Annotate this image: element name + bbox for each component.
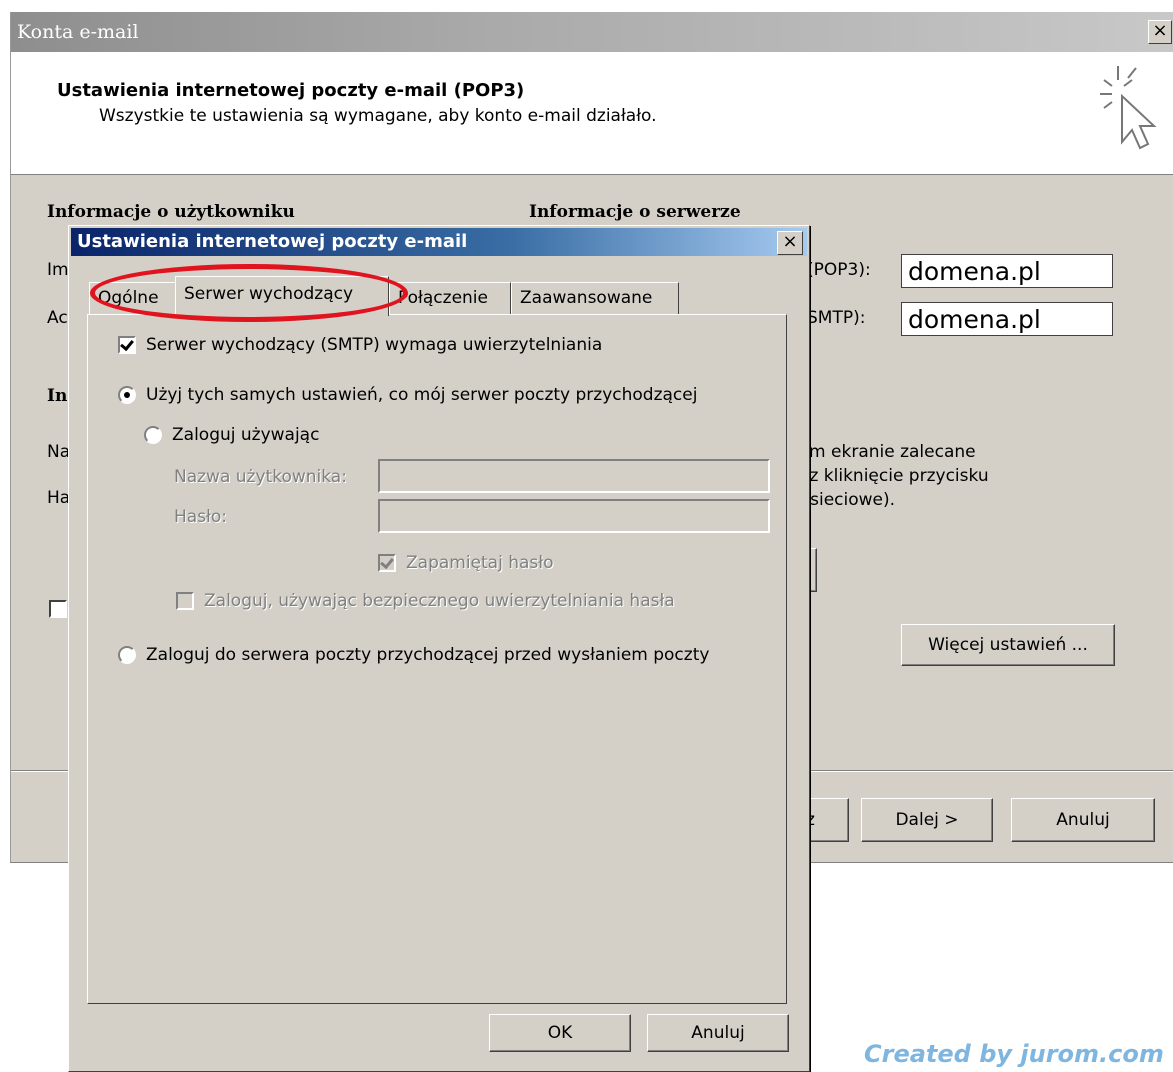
password-label: Hasło:	[174, 507, 228, 527]
password-input[interactable]	[378, 499, 770, 533]
more-settings-button[interactable]: Więcej ustawień ...	[901, 624, 1115, 666]
cut-label-4: Na	[47, 442, 71, 462]
dialog-title-bar: Ustawienia internetowej poczty e-mail ×	[71, 228, 807, 256]
login-before-send-row[interactable]: Zaloguj do serwera poczty przychodzącej …	[118, 645, 709, 665]
smtp-auth-row[interactable]: Serwer wychodzący (SMTP) wymaga uwierzyt…	[118, 335, 602, 355]
tab-outgoing-server[interactable]: Serwer wychodzący	[175, 276, 389, 316]
ok-button[interactable]: OK	[489, 1014, 631, 1052]
dialog-title: Ustawienia internetowej poczty e-mail	[77, 231, 468, 252]
server-hint-text: ym ekranie zalecane ez kliknięcie przyci…	[799, 442, 989, 510]
remember-password-label: Zapamiętaj hasło	[406, 553, 554, 573]
smtp-auth-label: Serwer wychodzący (SMTP) wymaga uwierzyt…	[146, 335, 603, 355]
tab-advanced[interactable]: Zaawansowane	[511, 282, 679, 314]
section-server-info: Informacje o serwerze	[529, 202, 741, 222]
dialog-cancel-button[interactable]: Anuluj	[647, 1014, 789, 1052]
background-header: Ustawienia internetowej poczty e-mail (P…	[11, 52, 1173, 175]
outgoing-server-input[interactable]: domena.pl	[901, 302, 1113, 336]
section-user-info: Informacje o użytkowniku	[47, 202, 295, 222]
background-cancel-button[interactable]: Anuluj	[1011, 798, 1155, 842]
login-before-send-radio[interactable]	[118, 646, 136, 664]
background-title-bar: Konta e-mail ×	[11, 12, 1173, 52]
login-before-send-label: Zaloguj do serwera poczty przychodzącej …	[146, 645, 710, 665]
incoming-server-input[interactable]: domena.pl	[901, 254, 1113, 288]
login-using-radio[interactable]	[144, 426, 162, 444]
background-header-subtitle: Wszystkie te ustawienia są wymagane, aby…	[99, 106, 657, 126]
background-checkbox[interactable]	[49, 600, 67, 618]
same-settings-row[interactable]: Użyj tych samych ustawień, co mój serwer…	[118, 385, 697, 405]
remember-password-checkbox[interactable]	[378, 554, 396, 572]
spa-row[interactable]: Zaloguj, używając bezpiecznego uwierzyte…	[176, 591, 675, 611]
background-window-title: Konta e-mail	[17, 21, 139, 43]
username-input[interactable]	[378, 459, 770, 493]
wizard-sparkle-cursor-icon	[1100, 66, 1157, 150]
dialog-close-button[interactable]: ×	[777, 231, 803, 255]
cut-label-3: In	[47, 386, 68, 406]
next-button[interactable]: Dalej >	[861, 798, 993, 842]
outgoing-server-panel: Serwer wychodzący (SMTP) wymaga uwierzyt…	[87, 314, 787, 1004]
username-label: Nazwa użytkownika:	[174, 467, 347, 487]
watermark: Created by jurom.com	[864, 1040, 1164, 1068]
login-using-label: Zaloguj używając	[172, 425, 320, 445]
internet-email-settings-dialog: Ustawienia internetowej poczty e-mail × …	[68, 225, 810, 1072]
same-settings-radio[interactable]	[118, 386, 136, 404]
cut-label-2: Ac	[47, 308, 68, 328]
spa-label: Zaloguj, używając bezpiecznego uwierzyte…	[204, 591, 675, 611]
login-using-row[interactable]: Zaloguj używając	[144, 425, 319, 445]
remember-password-row[interactable]: Zapamiętaj hasło	[378, 553, 554, 573]
tab-connection[interactable]: Połączenie	[389, 282, 511, 314]
background-close-button[interactable]: ×	[1148, 20, 1172, 44]
smtp-auth-checkbox[interactable]	[118, 336, 136, 354]
outgoing-server-label: SMTP):	[807, 308, 866, 328]
cut-label-1: Im	[47, 260, 69, 280]
cut-label-5: Ha	[47, 488, 71, 508]
tab-general[interactable]: Ogólne	[89, 282, 179, 314]
spa-checkbox[interactable]	[176, 592, 194, 610]
incoming-server-label: (POP3):	[807, 260, 871, 280]
background-header-title: Ustawienia internetowej poczty e-mail (P…	[57, 80, 525, 101]
same-settings-label: Użyj tych samych ustawień, co mój serwer…	[146, 385, 698, 405]
